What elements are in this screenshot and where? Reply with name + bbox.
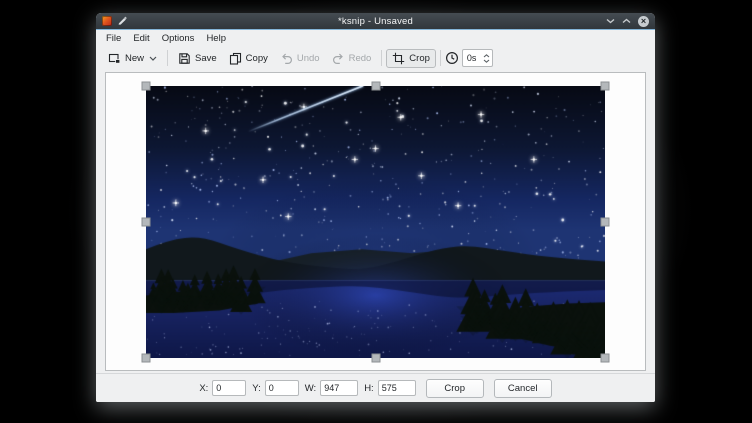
new-screenshot-icon bbox=[108, 52, 121, 65]
toolbar-separator bbox=[167, 50, 168, 66]
crop-confirm-button[interactable]: Crop bbox=[426, 379, 484, 398]
ksnip-app-icon bbox=[102, 16, 112, 26]
minimize-button[interactable] bbox=[606, 18, 615, 24]
toolbar-separator bbox=[440, 50, 441, 66]
crop-button-label: Crop bbox=[409, 53, 430, 64]
crop-handle-top-left[interactable] bbox=[142, 82, 151, 91]
crop-handle-bottom-left[interactable] bbox=[142, 354, 151, 363]
new-button[interactable]: New bbox=[102, 49, 163, 68]
x-input[interactable] bbox=[212, 380, 246, 396]
clock-icon bbox=[445, 51, 459, 65]
copy-icon bbox=[229, 52, 242, 65]
redo-button[interactable]: Redo bbox=[326, 49, 378, 68]
titlebar[interactable]: *ksnip - Unsaved × bbox=[96, 13, 655, 30]
menu-help[interactable]: Help bbox=[200, 32, 232, 45]
crop-handle-top-right[interactable] bbox=[601, 82, 610, 91]
menu-file[interactable]: File bbox=[100, 32, 127, 45]
menu-options[interactable]: Options bbox=[156, 32, 201, 45]
h-input[interactable] bbox=[378, 380, 416, 396]
save-icon bbox=[178, 52, 191, 65]
undo-icon bbox=[280, 52, 293, 65]
save-button-label: Save bbox=[195, 53, 217, 64]
window-title: *ksnip - Unsaved bbox=[212, 16, 539, 27]
y-label: Y: bbox=[252, 383, 260, 394]
ksnip-window: *ksnip - Unsaved × File Edit Options Hel… bbox=[96, 13, 655, 402]
spin-up-icon bbox=[483, 54, 490, 58]
copy-button[interactable]: Copy bbox=[223, 49, 274, 68]
redo-button-label: Redo bbox=[349, 53, 372, 64]
delay-spinbox[interactable]: 0s bbox=[462, 49, 493, 67]
crop-options-bar: X: Y: W: H: Crop Cancel bbox=[96, 373, 655, 402]
crop-handle-middle-right[interactable] bbox=[601, 218, 610, 227]
close-button[interactable]: × bbox=[638, 16, 649, 27]
crop-handle-middle-left[interactable] bbox=[142, 218, 151, 227]
crop-icon bbox=[392, 52, 405, 65]
screenshot-image bbox=[146, 86, 605, 358]
crop-button[interactable]: Crop bbox=[386, 49, 436, 68]
x-label: X: bbox=[199, 383, 208, 394]
chevron-down-icon[interactable] bbox=[149, 56, 157, 61]
w-label: W: bbox=[305, 383, 316, 394]
crop-handle-bottom-center[interactable] bbox=[371, 354, 380, 363]
redo-icon bbox=[332, 52, 345, 65]
undo-button[interactable]: Undo bbox=[274, 49, 326, 68]
undo-button-label: Undo bbox=[297, 53, 320, 64]
toolbar-separator bbox=[381, 50, 382, 66]
crop-handle-top-center[interactable] bbox=[371, 82, 380, 91]
annotation-board bbox=[105, 72, 646, 371]
crop-image-canvas[interactable] bbox=[146, 86, 605, 358]
menubar: File Edit Options Help bbox=[96, 30, 655, 46]
crop-handle-bottom-right[interactable] bbox=[601, 354, 610, 363]
y-input[interactable] bbox=[265, 380, 299, 396]
spin-down-icon bbox=[483, 59, 490, 63]
toolbar: New Save bbox=[96, 46, 655, 70]
delay-value: 0s bbox=[467, 53, 481, 63]
w-input[interactable] bbox=[320, 380, 358, 396]
cancel-button[interactable]: Cancel bbox=[494, 379, 552, 398]
copy-button-label: Copy bbox=[246, 53, 268, 64]
save-button[interactable]: Save bbox=[172, 49, 223, 68]
pencil-icon bbox=[117, 16, 127, 26]
h-label: H: bbox=[364, 383, 374, 394]
maximize-button[interactable] bbox=[622, 18, 631, 24]
menu-edit[interactable]: Edit bbox=[127, 32, 155, 45]
desktop-background: *ksnip - Unsaved × File Edit Options Hel… bbox=[0, 0, 752, 423]
canvas-area bbox=[96, 70, 655, 373]
new-button-label: New bbox=[125, 53, 144, 64]
